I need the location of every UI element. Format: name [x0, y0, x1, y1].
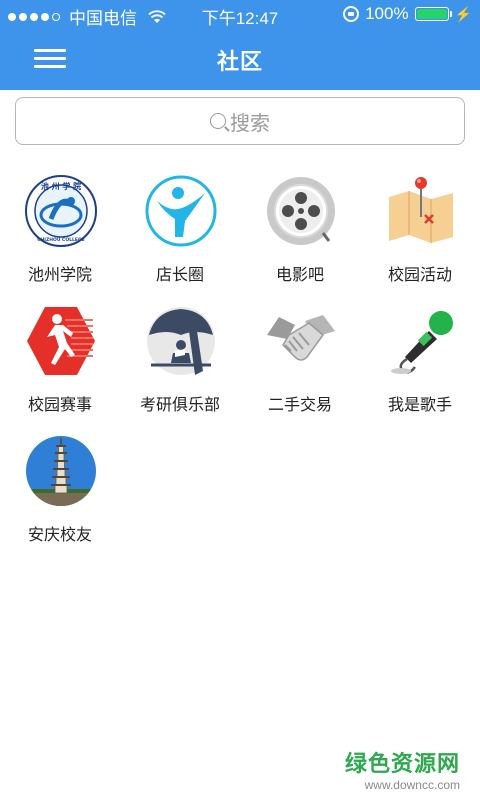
film-reel-icon	[265, 175, 337, 247]
watermark-title: 绿色资源网	[344, 752, 460, 777]
community-label: 校园活动	[387, 265, 452, 284]
community-label: 安庆校友	[27, 525, 92, 544]
battery-fill	[416, 9, 447, 19]
charging-bolt-icon: ⚡	[454, 5, 472, 22]
community-item-movie-bar[interactable]: 电影吧	[240, 165, 360, 295]
search-input[interactable]: 搜索	[15, 97, 465, 145]
community-item-campus-activity[interactable]: 校园活动	[360, 165, 480, 295]
chizhou-college-logo-icon: 池 州 学 院 CHIZHOU COLLEGE	[25, 175, 97, 247]
community-label: 电影吧	[275, 265, 324, 284]
pagoda-photo-icon	[25, 435, 97, 507]
handshake-icon	[265, 305, 337, 377]
community-item-postgrad-club[interactable]: 考研俱乐部	[120, 295, 240, 425]
logo-subtext: CHIZHOU COLLEGE	[37, 237, 85, 243]
search-placeholder: 搜索	[230, 110, 270, 135]
community-item-singer[interactable]: 我是歌手	[360, 295, 480, 425]
reading-under-tree-icon	[145, 305, 217, 377]
person-swoosh-icon	[145, 175, 217, 247]
community-item-second-hand[interactable]: 二手交易	[240, 295, 360, 425]
logo-text: 池 州 学 院	[41, 181, 81, 191]
search-icon	[210, 113, 226, 129]
battery-percent: 100%	[365, 4, 409, 23]
community-label: 我是歌手	[387, 395, 452, 414]
community-label: 考研俱乐部	[139, 395, 220, 414]
battery-icon	[414, 7, 452, 21]
page-title: 社区	[216, 50, 263, 75]
community-item-campus-sports[interactable]: 校园赛事	[0, 295, 120, 425]
community-item-anqing-alumni[interactable]: 安庆校友	[0, 425, 120, 555]
runner-icon	[25, 305, 97, 377]
watermark-url: www.downcc.com	[364, 778, 460, 792]
top-bar: 中国电信 下午12:47 100% ⚡ 社区	[0, 0, 480, 90]
status-right: 100% ⚡	[343, 4, 472, 24]
search-placeholder-group: 搜索	[210, 107, 270, 136]
status-bar: 中国电信 下午12:47 100% ⚡	[0, 0, 480, 28]
community-label: 校园赛事	[27, 395, 92, 414]
community-item-shop-manager[interactable]: 店长圈	[120, 165, 240, 295]
community-item-chizhou-college[interactable]: 池 州 学 院 CHIZHOU COLLEGE 池州学院	[0, 165, 120, 295]
rotation-lock-icon	[343, 6, 360, 22]
community-label: 二手交易	[267, 395, 332, 414]
map-pin-icon	[385, 175, 457, 247]
watermark: 绿色资源网 www.downcc.com	[345, 746, 460, 792]
microphone-icon	[385, 305, 457, 377]
navigation-bar: 社区	[0, 28, 480, 90]
community-label: 店长圈	[155, 265, 204, 284]
community-label: 池州学院	[27, 265, 92, 284]
